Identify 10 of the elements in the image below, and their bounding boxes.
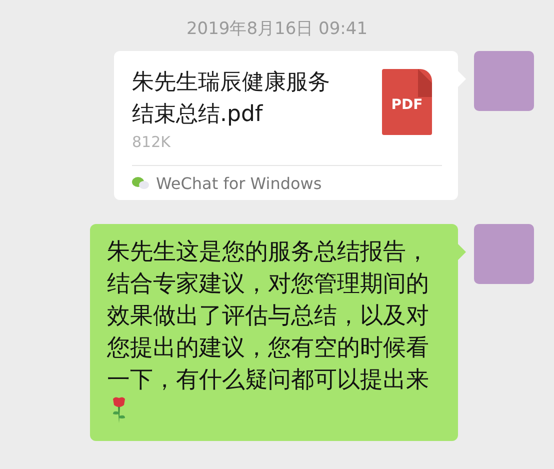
timestamp: 2019年8月16日 09:41 bbox=[185, 18, 369, 41]
wechat-logo-icon bbox=[132, 176, 150, 190]
message-text: 朱先生这是您的服务总结报告，结合专家建议，对您管理期间的效果做出了评估与总结，以及对您提出的建议，您有空的时候看一下，有什么疑问都可以提出来 bbox=[107, 239, 429, 393]
avatar[interactable] bbox=[474, 224, 534, 284]
source-label: WeChat for Windows bbox=[156, 174, 322, 192]
file-size: 812K bbox=[132, 133, 172, 151]
file-name: 朱先生瑞辰健康服务结束总结.pdf bbox=[132, 69, 331, 129]
pdf-file-icon: PDF bbox=[382, 69, 432, 135]
avatar[interactable] bbox=[474, 51, 534, 111]
file-message-card[interactable]: 朱先生瑞辰健康服务结束总结.pdf 812K PDF WeChat for Windows bbox=[114, 51, 458, 200]
